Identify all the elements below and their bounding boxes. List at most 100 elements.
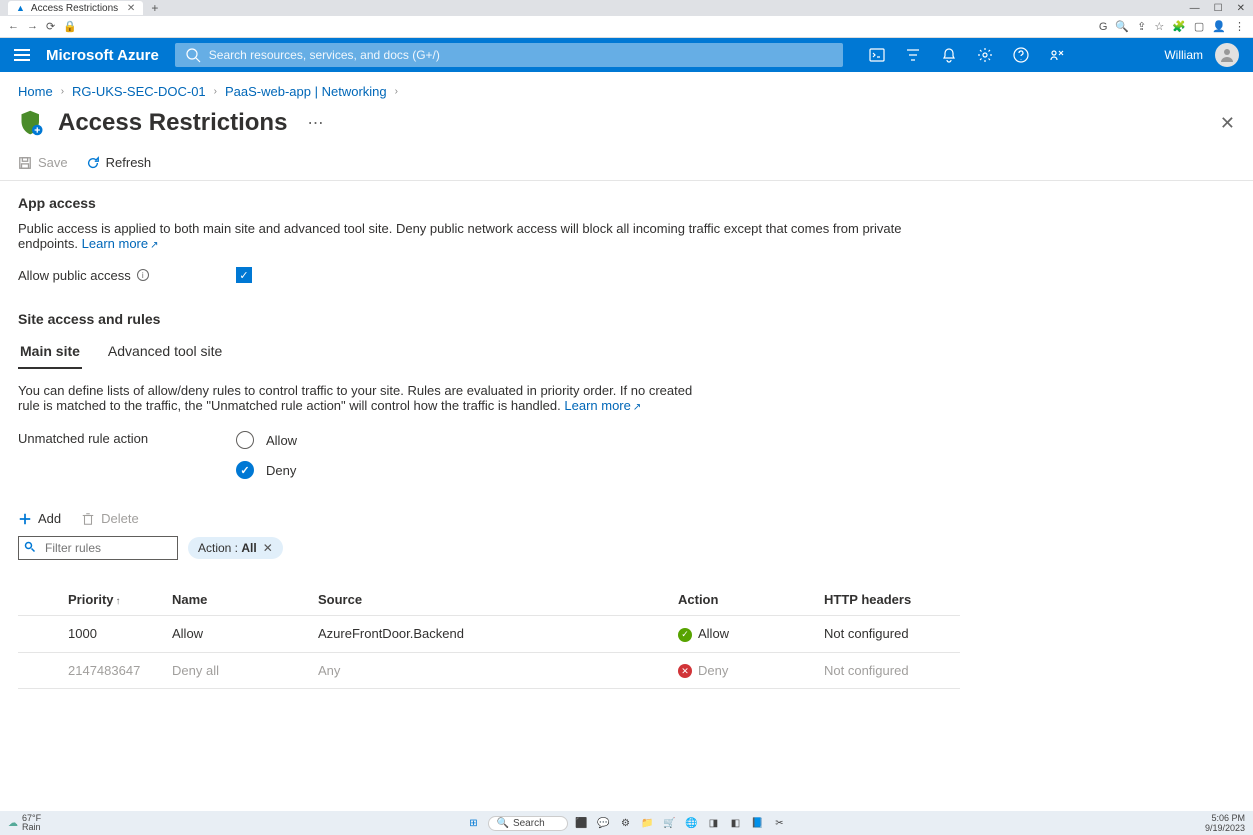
breadcrumb-networking[interactable]: PaaS-web-app | Networking <box>225 84 387 99</box>
forward-icon[interactable]: → <box>27 20 38 33</box>
lock-icon: 🔒 <box>63 20 77 33</box>
shield-icon <box>18 109 46 137</box>
radio-allow-label: Allow <box>266 433 297 448</box>
filter-row: Action : All ✕ <box>18 536 1235 560</box>
allow-public-access-row: Allow public access i ✓ <box>18 267 1235 283</box>
system-tray[interactable]: 5:06 PM 9/19/2023 <box>1205 813 1245 833</box>
filter-rules-input-wrapper <box>18 536 178 560</box>
col-action[interactable]: Action <box>672 584 818 616</box>
save-icon <box>18 156 32 170</box>
radio-deny[interactable] <box>236 461 254 479</box>
cell-name: Allow <box>166 616 312 653</box>
back-icon[interactable]: ← <box>8 20 19 33</box>
profile-icon[interactable]: 👤 <box>1212 20 1226 33</box>
site-access-title: Site access and rules <box>18 311 1235 327</box>
task-app-icon[interactable]: 💬 <box>596 815 612 831</box>
close-blade-icon[interactable]: ✕ <box>1220 113 1235 134</box>
radio-deny-label: Deny <box>266 463 296 478</box>
cell-http: Not configured <box>818 652 960 689</box>
task-app-icon[interactable]: 📘 <box>750 815 766 831</box>
status-icon: ✕ <box>678 664 692 678</box>
filter-rules-input[interactable] <box>18 536 178 560</box>
windows-taskbar: ☁ 67°F Rain ⊞ 🔍 Search ⬛ 💬 ⚙ 📁 🛒 🌐 ◨ ◧ 📘… <box>0 811 1253 835</box>
zoom-icon[interactable]: 🔍 <box>1115 20 1129 33</box>
cell-priority: 2147483647 <box>18 652 166 689</box>
filter-icon[interactable] <box>905 47 921 63</box>
action-filter-pill[interactable]: Action : All ✕ <box>188 537 283 559</box>
hamburger-menu[interactable] <box>14 49 30 61</box>
extension-icon[interactable]: G <box>1099 21 1108 33</box>
app-access-title: App access <box>18 195 1235 211</box>
browser-tab-strip: ▲ Access Restrictions - Microsoft A ✕ + … <box>0 0 1253 16</box>
close-window-icon[interactable]: ✕ <box>1237 3 1245 14</box>
extensions-icon[interactable]: 🧩 <box>1172 20 1186 33</box>
feedback-icon[interactable] <box>1049 47 1065 63</box>
avatar[interactable] <box>1215 43 1239 67</box>
task-app-icon[interactable]: 🌐 <box>684 815 700 831</box>
reload-icon[interactable]: ⟳ <box>46 20 55 33</box>
weather-widget[interactable]: ☁ 67°F Rain <box>8 814 41 832</box>
cell-source: Any <box>312 652 672 689</box>
table-row[interactable]: 1000AllowAzureFrontDoor.Backend✓AllowNot… <box>18 616 960 653</box>
cell-name: Deny all <box>166 652 312 689</box>
cell-priority: 1000 <box>18 616 166 653</box>
tab-main-site[interactable]: Main site <box>18 337 82 369</box>
allow-public-access-checkbox[interactable]: ✓ <box>236 267 252 283</box>
share-icon[interactable]: ⇪ <box>1137 20 1146 33</box>
help-icon[interactable] <box>1013 47 1029 63</box>
site-tabs: Main site Advanced tool site <box>18 337 1235 369</box>
cell-http: Not configured <box>818 616 960 653</box>
new-tab-button[interactable]: + <box>151 1 158 15</box>
more-options-icon[interactable]: ⋯ <box>307 113 323 133</box>
refresh-icon <box>86 156 100 170</box>
browser-tab[interactable]: ▲ Access Restrictions - Microsoft A ✕ <box>8 1 143 15</box>
refresh-button[interactable]: Refresh <box>86 155 152 170</box>
task-app-icon[interactable]: ◨ <box>706 815 722 831</box>
bell-icon[interactable] <box>941 47 957 63</box>
close-icon[interactable]: ✕ <box>127 3 135 14</box>
global-search[interactable] <box>175 43 843 67</box>
rules-table: Priority↑ Name Source Action HTTP header… <box>18 584 960 689</box>
external-link-icon: ↗ <box>633 402 641 413</box>
task-app-icon[interactable]: ⚙ <box>618 815 634 831</box>
search-icon <box>24 541 36 553</box>
col-http[interactable]: HTTP headers <box>818 584 960 616</box>
unmatched-rule-label: Unmatched rule action <box>18 431 236 446</box>
col-name[interactable]: Name <box>166 584 312 616</box>
gear-icon[interactable] <box>977 47 993 63</box>
user-name[interactable]: William <box>1164 48 1203 62</box>
close-icon[interactable]: ✕ <box>263 541 273 555</box>
blade-content: App access Public access is applied to b… <box>0 181 1253 689</box>
start-icon[interactable]: ⊞ <box>466 815 482 831</box>
col-priority[interactable]: Priority↑ <box>18 584 166 616</box>
minimize-icon[interactable]: — <box>1190 3 1200 14</box>
breadcrumb-rg[interactable]: RG-UKS-SEC-DOC-01 <box>72 84 206 99</box>
maximize-icon[interactable]: ☐ <box>1214 3 1223 14</box>
tab-advanced-tool-site[interactable]: Advanced tool site <box>106 337 224 369</box>
menu-icon[interactable]: ⋮ <box>1234 20 1245 33</box>
radio-allow[interactable] <box>236 431 254 449</box>
col-source[interactable]: Source <box>312 584 672 616</box>
cloud-shell-icon[interactable] <box>869 47 885 63</box>
cell-source: AzureFrontDoor.Backend <box>312 616 672 653</box>
task-app-icon[interactable]: 🛒 <box>662 815 678 831</box>
status-icon: ✓ <box>678 628 692 642</box>
taskbar-search[interactable]: 🔍 Search <box>488 816 568 831</box>
table-row[interactable]: 2147483647Deny allAny✕DenyNot configured <box>18 652 960 689</box>
task-app-icon[interactable]: 📁 <box>640 815 656 831</box>
task-app-icon[interactable]: ⬛ <box>574 815 590 831</box>
search-input[interactable] <box>209 48 833 62</box>
learn-more-link[interactable]: Learn more↗ <box>564 398 641 413</box>
task-app-icon[interactable]: ✂ <box>772 815 788 831</box>
breadcrumb: Home › RG-UKS-SEC-DOC-01 › PaaS-web-app … <box>0 72 1253 105</box>
info-icon[interactable]: i <box>137 269 149 281</box>
task-app-icon[interactable]: ◧ <box>728 815 744 831</box>
tab-title: Access Restrictions - Microsoft A <box>31 3 121 14</box>
add-rule-button[interactable]: Add <box>18 511 61 526</box>
tabs-icon[interactable]: ▢ <box>1194 20 1204 33</box>
chevron-right-icon: › <box>395 86 398 97</box>
delete-rule-button: Delete <box>81 511 139 526</box>
breadcrumb-home[interactable]: Home <box>18 84 53 99</box>
learn-more-link[interactable]: Learn more↗ <box>82 236 159 251</box>
bookmark-icon[interactable]: ☆ <box>1154 20 1164 33</box>
